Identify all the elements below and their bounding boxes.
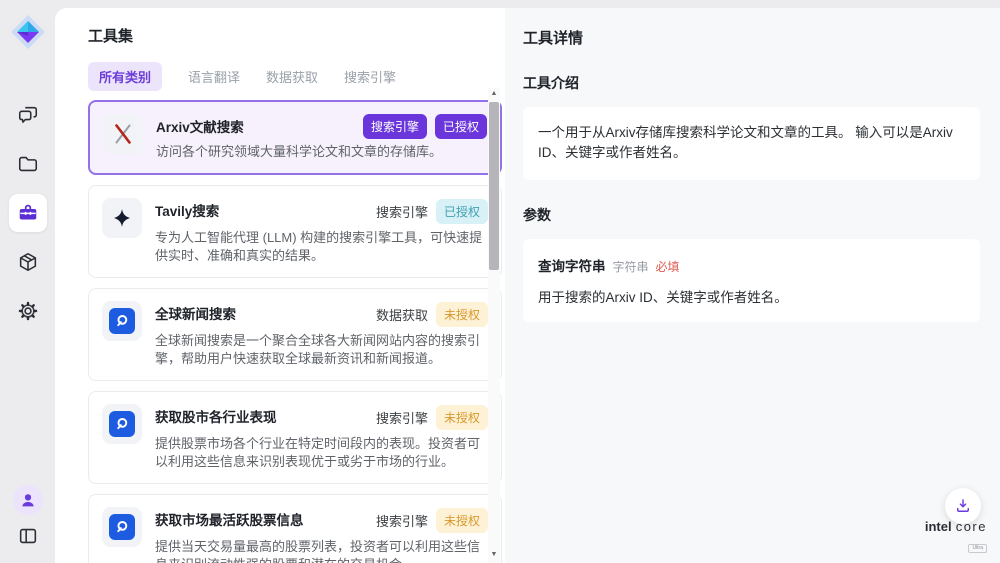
panel-toggle-icon[interactable] — [15, 523, 41, 549]
tools-panel: 工具集 所有类别 语言翻译 数据获取 搜索引擎 Arxiv文献搜索 — [55, 8, 505, 563]
tool-card-sector-performance[interactable]: 获取股市各行业表现 搜索引擎 未授权 提供股票市场各个行业在特定时间段内的表现。… — [88, 391, 502, 484]
intro-heading: 工具介绍 — [523, 73, 980, 93]
param-card: 查询字符串 字符串 必填 用于搜索的Arxiv ID、关键字或作者姓名。 — [523, 239, 980, 322]
tool-description: 提供股票市场各个行业在特定时间段内的表现。投资者可以利用这些信息来识别表现优于或… — [155, 435, 488, 471]
auth-badge: 已授权 — [435, 114, 487, 139]
param-description: 用于搜索的Arxiv ID、关键字或作者姓名。 — [538, 286, 965, 306]
tab-data-acquisition[interactable]: 数据获取 — [266, 62, 318, 91]
tool-name: Arxiv文献搜索 — [156, 114, 244, 136]
tab-language-translation[interactable]: 语言翻译 — [188, 62, 240, 91]
category-badge: 搜索引擎 — [363, 114, 427, 139]
arxiv-icon — [103, 114, 143, 154]
tool-card-global-news[interactable]: 全球新闻搜索 数据获取 未授权 全球新闻搜索是一个聚合全球各大新闻网站内容的搜索… — [88, 288, 502, 381]
left-rail — [0, 0, 55, 563]
tool-description: 专为人工智能代理 (LLM) 构建的搜索引擎工具，可快速提供实时、准确和真实的结… — [155, 229, 488, 265]
details-title: 工具详情 — [523, 27, 980, 48]
param-type: 字符串 — [613, 258, 649, 275]
toolbox-icon[interactable] — [9, 194, 47, 232]
param-name: 查询字符串 — [538, 255, 606, 275]
tool-name: Tavily搜索 — [155, 198, 219, 220]
params-heading: 参数 — [523, 205, 980, 225]
tool-card-active-stocks[interactable]: 获取市场最活跃股票信息 搜索引擎 未授权 提供当天交易量最高的股票列表，投资者可… — [88, 494, 502, 563]
category-label: 搜索引擎 — [376, 404, 428, 431]
tool-name: 获取股市各行业表现 — [155, 404, 277, 426]
avatar[interactable] — [13, 485, 43, 515]
tool-name: 全球新闻搜索 — [155, 301, 236, 323]
auth-badge: 未授权 — [436, 302, 488, 327]
intel-core-logo: intel core Ultra — [925, 518, 987, 554]
category-label: 搜索引擎 — [376, 198, 428, 225]
rail-bottom — [0, 485, 55, 563]
auth-badge: 未授权 — [436, 508, 488, 533]
tool-description: 访问各个研究领域大量科学论文和文章的存储库。 — [156, 143, 487, 161]
tool-details-panel: 工具详情 工具介绍 一个用于从Arxiv存储库搜索科学论文和文章的工具。 输入可… — [505, 8, 1000, 563]
intro-text: 一个用于从Arxiv存储库搜索科学论文和文章的工具。 输入可以是Arxiv ID… — [538, 123, 965, 164]
category-label: 数据获取 — [376, 301, 428, 328]
tool-cards-list: Arxiv文献搜索 搜索引擎 已授权 访问各个研究领域大量科学论文和文章的存储库… — [88, 100, 502, 563]
tavily-icon — [102, 198, 142, 238]
scroll-down-icon[interactable]: ▼ — [488, 549, 500, 561]
auth-badge: 未授权 — [436, 405, 488, 430]
news-search-icon — [102, 301, 142, 341]
scrollbar[interactable]: ▲ ▼ — [488, 88, 500, 563]
package-icon[interactable] — [9, 243, 47, 281]
app-logo-icon[interactable] — [9, 13, 47, 56]
settings-icon[interactable] — [9, 292, 47, 330]
tab-search-engine[interactable]: 搜索引擎 — [344, 62, 396, 91]
tools-panel-title: 工具集 — [88, 25, 505, 46]
stock-search-icon — [102, 404, 142, 444]
main-container: 工具集 所有类别 语言翻译 数据获取 搜索引擎 Arxiv文献搜索 — [55, 8, 1000, 563]
category-tabs: 所有类别 语言翻译 数据获取 搜索引擎 — [88, 62, 505, 91]
scrollbar-thumb[interactable] — [489, 102, 499, 270]
brand-intel: intel — [925, 519, 952, 534]
tool-description: 提供当天交易量最高的股票列表，投资者可以利用这些信息来识别流动性强的股票和潜在的… — [155, 538, 488, 563]
tool-card-arxiv[interactable]: Arxiv文献搜索 搜索引擎 已授权 访问各个研究领域大量科学论文和文章的存储库… — [88, 100, 502, 175]
brand-badge: Ultra — [968, 544, 987, 553]
chat-icon[interactable] — [9, 96, 47, 134]
scroll-up-icon[interactable]: ▲ — [488, 88, 500, 100]
folder-icon[interactable] — [9, 145, 47, 183]
tool-description: 全球新闻搜索是一个聚合全球各大新闻网站内容的搜索引擎，帮助用户快速获取全球最新资… — [155, 332, 488, 368]
tool-card-tavily[interactable]: Tavily搜索 搜索引擎 已授权 专为人工智能代理 (LLM) 构建的搜索引擎… — [88, 185, 502, 278]
category-label: 搜索引擎 — [376, 507, 428, 534]
tool-name: 获取市场最活跃股票信息 — [155, 507, 304, 529]
param-required-badge: 必填 — [656, 258, 680, 275]
intro-card: 一个用于从Arxiv存储库搜索科学论文和文章的工具。 输入可以是Arxiv ID… — [523, 107, 980, 180]
auth-badge: 已授权 — [436, 199, 488, 224]
tab-all-categories[interactable]: 所有类别 — [88, 62, 162, 91]
stock-search-icon — [102, 507, 142, 547]
brand-core: core — [956, 519, 987, 534]
